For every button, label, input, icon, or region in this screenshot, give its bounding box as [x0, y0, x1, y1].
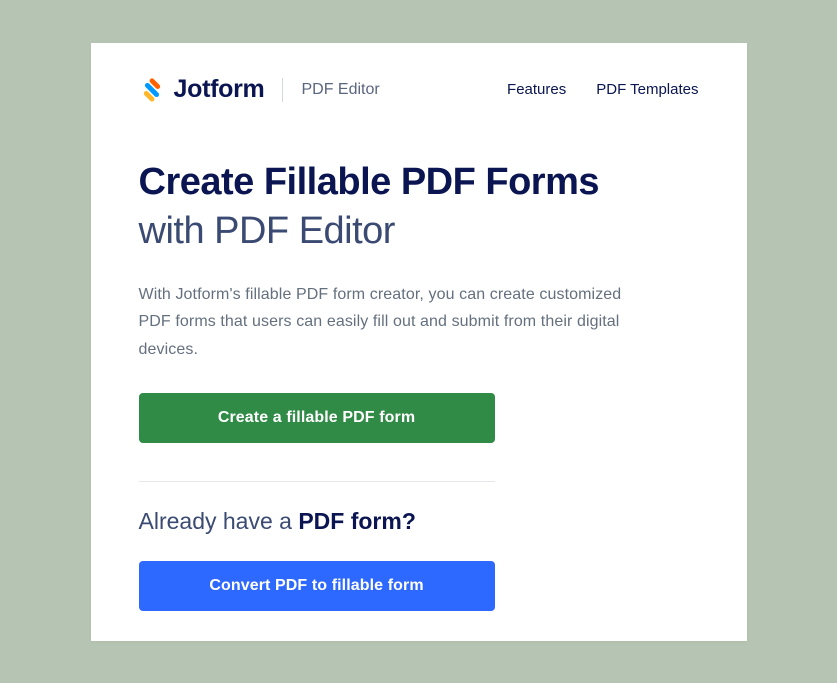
hero-description: With Jotform's fillable PDF form creator…: [139, 281, 639, 363]
convert-pdf-button[interactable]: Convert PDF to fillable form: [139, 561, 495, 611]
create-fillable-pdf-button[interactable]: Create a fillable PDF form: [139, 393, 495, 443]
already-bold: PDF form?: [298, 508, 416, 534]
title-bold: Create Fillable PDF Forms: [139, 161, 600, 203]
title-sub: with PDF Editor: [139, 210, 395, 252]
page-title: Create Fillable PDF Forms with PDF Edito…: [139, 158, 699, 255]
already-have-text: Already have a PDF form?: [139, 508, 699, 535]
top-nav: Features PDF Templates: [507, 81, 698, 98]
product-name: PDF Editor: [301, 81, 379, 99]
nav-features[interactable]: Features: [507, 81, 566, 98]
nav-pdf-templates[interactable]: PDF Templates: [596, 81, 698, 98]
header: Jotform PDF Editor Features PDF Template…: [139, 75, 699, 104]
logo[interactable]: Jotform: [139, 75, 265, 104]
brand-name: Jotform: [174, 75, 265, 104]
brand-group: Jotform PDF Editor: [139, 75, 380, 104]
horizontal-divider: [139, 481, 495, 482]
already-prefix: Already have a: [139, 508, 299, 534]
jotform-logo-icon: [139, 77, 165, 103]
main-card: Jotform PDF Editor Features PDF Template…: [91, 43, 747, 641]
vertical-divider: [282, 78, 283, 102]
